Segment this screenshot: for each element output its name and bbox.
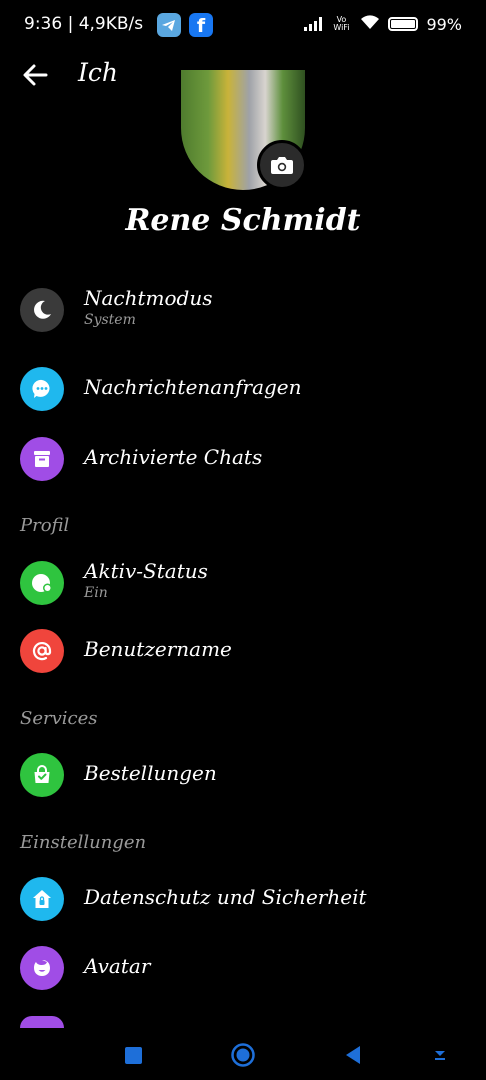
section-header-profile: Profil	[20, 515, 70, 536]
facebook-icon: f	[189, 13, 213, 37]
battery-icon	[388, 17, 419, 31]
profile-avatar-area	[181, 70, 307, 190]
recent-apps-button[interactable]	[116, 1038, 150, 1072]
menu-item-label: Avatar	[84, 954, 151, 978]
shopping-bag-icon	[20, 753, 64, 797]
menu-item-night-mode[interactable]: Nachtmodus System	[0, 282, 486, 338]
menu-item-sublabel: Ein	[84, 585, 108, 601]
menu-item-sublabel: System	[84, 312, 136, 328]
menu-item-active-status[interactable]: Aktiv-Status Ein	[0, 555, 486, 611]
at-sign-icon	[20, 629, 64, 673]
system-nav-bar	[0, 1030, 486, 1080]
menu-item-label: Archivierte Chats	[84, 445, 263, 469]
section-header-settings: Einstellungen	[20, 832, 147, 853]
menu-item-label: Aktiv-Status	[84, 559, 208, 583]
menu-item-orders[interactable]: Bestellungen	[0, 747, 486, 803]
partial-menu-icon	[20, 1016, 64, 1028]
menu-item-label: Nachtmodus	[84, 286, 213, 310]
menu-item-privacy-security[interactable]: Datenschutz und Sicherheit	[0, 871, 486, 927]
vowifi-label: Vo WiFi	[333, 15, 350, 32]
telegram-icon	[157, 13, 181, 37]
back-nav-button[interactable]	[336, 1038, 370, 1072]
profile-name: Rene Schmidt	[125, 203, 361, 238]
status-time-speed: 9:36 | 4,9KB/s	[24, 14, 144, 34]
shield-home-icon	[20, 877, 64, 921]
nav-hide-button[interactable]	[423, 1038, 457, 1072]
wifi-icon	[360, 14, 380, 34]
status-bar: 9:36 | 4,9KB/s f Vo WiFi 99%	[0, 0, 486, 52]
status-indicators: Vo WiFi 99%	[304, 14, 462, 34]
menu-item-label: Bestellungen	[84, 761, 217, 785]
archive-box-icon	[20, 437, 64, 481]
menu-item-label: Nachrichtenanfragen	[84, 375, 302, 399]
menu-item-label: Benutzername	[84, 637, 232, 661]
page-title: Ich	[78, 58, 118, 87]
moon-icon	[20, 288, 64, 332]
active-status-icon	[20, 561, 64, 605]
back-arrow-icon[interactable]	[20, 60, 50, 90]
camera-icon[interactable]	[257, 140, 307, 190]
section-header-services: Services	[20, 708, 98, 729]
menu-item-message-requests[interactable]: Nachrichtenanfragen	[0, 361, 486, 417]
menu-item-archived-chats[interactable]: Archivierte Chats	[0, 431, 486, 487]
menu-item-username[interactable]: Benutzername	[0, 623, 486, 679]
signal-icon	[304, 17, 323, 31]
menu-item-avatar[interactable]: Avatar	[0, 940, 486, 996]
avatar-face-icon	[20, 946, 64, 990]
battery-percent: 99%	[426, 14, 462, 34]
chat-bubble-icon	[20, 367, 64, 411]
menu-item-label: Datenschutz und Sicherheit	[84, 885, 367, 909]
home-button[interactable]	[226, 1038, 260, 1072]
